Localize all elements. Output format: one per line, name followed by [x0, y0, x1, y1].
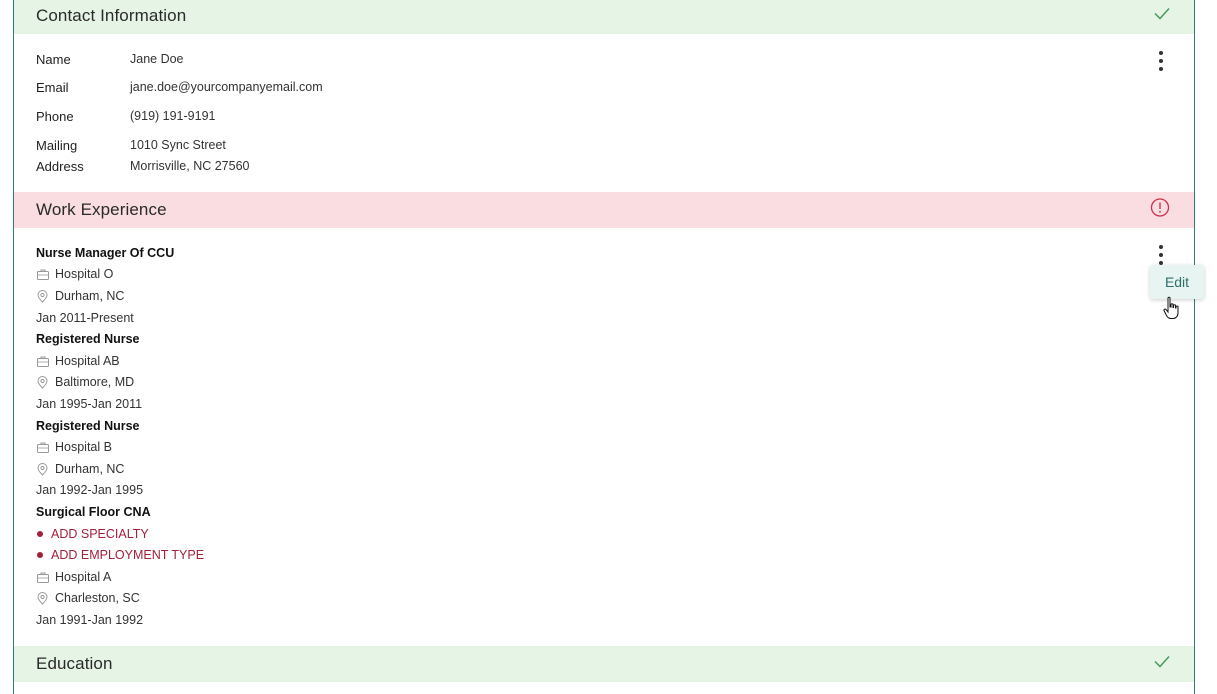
briefcase-icon — [36, 268, 49, 281]
job-title: Nurse Manager Of CCU — [36, 246, 175, 260]
phone-label: Phone — [36, 109, 74, 124]
briefcase-icon — [36, 355, 49, 368]
briefcase-icon — [36, 571, 49, 584]
briefcase-icon — [36, 441, 49, 454]
section-title: Education — [36, 654, 113, 673]
job-dates: Jan 1995-Jan 2011 — [36, 397, 143, 411]
email-value: jane.doe@yourcompanyemail.com — [130, 80, 323, 94]
job-employer: Hospital O — [36, 267, 113, 281]
job-employer: Hospital B — [36, 440, 112, 454]
address-line-1: 1010 Sync Street — [130, 138, 226, 152]
location-pin-icon — [36, 462, 49, 476]
location-name: Charleston, SC — [55, 591, 140, 605]
address-line-2: Morrisville, NC 27560 — [130, 159, 250, 173]
job-title: Surgical Floor CNA — [36, 505, 151, 519]
employer-name: Hospital A — [55, 570, 112, 584]
location-name: Durham, NC — [55, 289, 125, 303]
add-specialty-label: ADD SPECIALTY — [51, 527, 149, 541]
job-title: Registered Nurse — [36, 332, 140, 346]
bullet-dot — [37, 552, 43, 558]
name-value: Jane Doe — [130, 52, 184, 66]
job-dates: Jan 2011-Present — [36, 311, 134, 325]
job-location: Durham, NC — [36, 462, 124, 476]
add-specialty-link[interactable]: ADD SPECIALTY — [36, 527, 149, 541]
work-section-header[interactable]: Work Experience — [14, 192, 1194, 228]
job-title: Registered Nurse — [36, 419, 140, 433]
profile-panel: Contact Information Name Jane Doe Email … — [13, 0, 1195, 694]
employer-name: Hospital AB — [55, 354, 120, 368]
contact-section-header[interactable]: Contact Information — [14, 0, 1194, 34]
phone-value: (919) 191-9191 — [130, 109, 216, 123]
section-title: Contact Information — [36, 6, 187, 25]
job-location: Baltimore, MD — [36, 375, 134, 389]
warning-icon — [1150, 198, 1170, 223]
location-pin-icon — [36, 375, 49, 389]
check-icon — [1154, 7, 1170, 26]
job-location: Charleston, SC — [36, 591, 140, 605]
address-label-line-2: Address — [36, 159, 84, 174]
job-employer: Hospital A — [36, 570, 111, 584]
edit-menu-item[interactable]: Edit — [1150, 265, 1204, 299]
work-more-button[interactable] — [1154, 245, 1168, 265]
check-icon — [1154, 655, 1170, 674]
bullet-dot — [37, 531, 43, 537]
location-pin-icon — [36, 289, 49, 303]
employer-name: Hospital O — [55, 267, 114, 281]
employer-name: Hospital B — [55, 440, 112, 454]
contact-more-button[interactable] — [1154, 51, 1168, 71]
location-pin-icon — [36, 591, 49, 605]
job-location: Durham, NC — [36, 289, 124, 303]
hand-pointer-icon — [1162, 296, 1180, 325]
education-section-header[interactable]: Education — [14, 646, 1194, 682]
job-employer: Hospital AB — [36, 354, 120, 368]
address-label-line-1: Mailing — [36, 138, 78, 153]
name-label: Name — [36, 52, 71, 67]
add-employment-type-link[interactable]: ADD EMPLOYMENT TYPE — [36, 548, 204, 562]
location-name: Baltimore, MD — [55, 375, 135, 389]
section-title: Work Experience — [36, 200, 167, 219]
add-employment-type-label: ADD EMPLOYMENT TYPE — [51, 548, 205, 562]
job-dates: Jan 1991-Jan 1992 — [36, 613, 144, 627]
location-name: Durham, NC — [55, 462, 125, 476]
job-dates: Jan 1992-Jan 1995 — [36, 483, 144, 497]
email-label: Email — [36, 80, 69, 95]
